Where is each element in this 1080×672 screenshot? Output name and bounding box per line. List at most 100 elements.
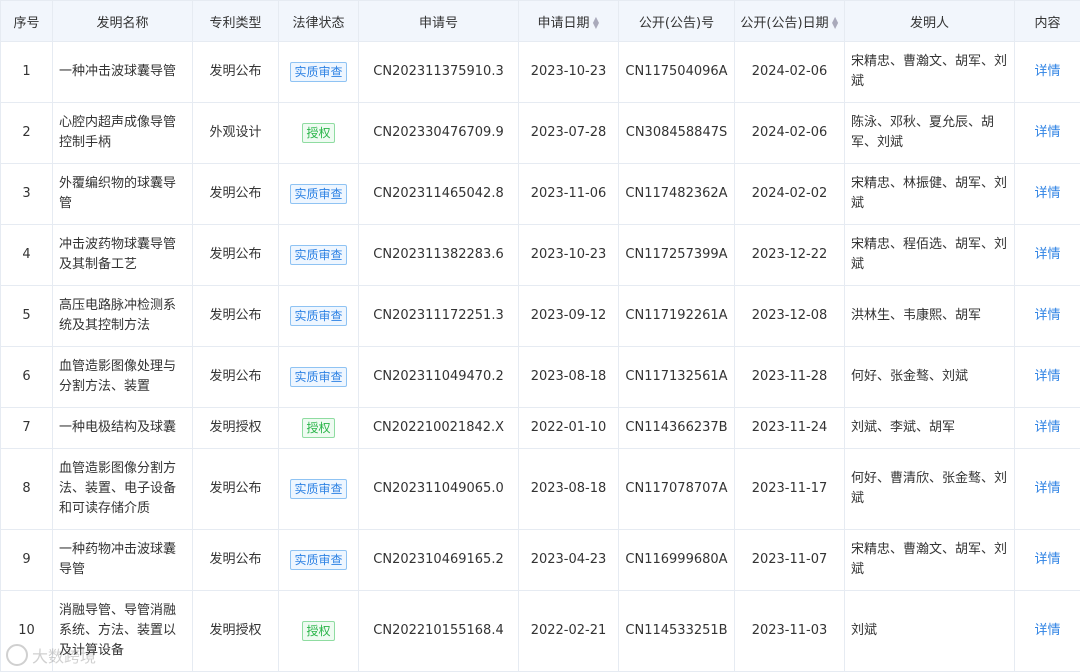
inventors: 何好、张金骜、刘斌: [845, 347, 1015, 408]
application-date: 2023-04-23: [519, 530, 619, 591]
content-cell: 详情: [1015, 408, 1080, 449]
publication-number: CN117192261A: [619, 286, 735, 347]
publication-date: 2024-02-06: [735, 103, 845, 164]
application-date: 2023-09-12: [519, 286, 619, 347]
status-badge: 实质审查: [290, 62, 346, 82]
status-badge: 实质审查: [290, 245, 346, 265]
content-cell: 详情: [1015, 164, 1080, 225]
row-index: 5: [1, 286, 53, 347]
table-row: 10消融导管、导管消融系统、方法、装置以及计算设备发明授权授权CN2022101…: [1, 591, 1080, 672]
detail-link[interactable]: 详情: [1034, 64, 1060, 79]
publication-number: CN117132561A: [619, 347, 735, 408]
legal-status-cell: 实质审查: [279, 286, 359, 347]
detail-link[interactable]: 详情: [1034, 420, 1060, 435]
legal-status-cell: 授权: [279, 408, 359, 449]
header-app-date-label: 申请日期: [537, 16, 589, 31]
header-index: 序号: [1, 1, 53, 42]
status-badge: 实质审查: [290, 367, 346, 387]
status-badge: 实质审查: [290, 184, 346, 204]
detail-link[interactable]: 详情: [1034, 125, 1060, 140]
patent-type: 发明公布: [193, 225, 279, 286]
application-number: CN202311049065.0: [359, 449, 519, 530]
publication-number: CN116999680A: [619, 530, 735, 591]
row-index: 7: [1, 408, 53, 449]
content-cell: 详情: [1015, 530, 1080, 591]
header-content: 内容: [1015, 1, 1080, 42]
application-date: 2023-10-23: [519, 42, 619, 103]
publication-date: 2023-12-08: [735, 286, 845, 347]
legal-status-cell: 实质审查: [279, 449, 359, 530]
application-number: CN202311465042.8: [359, 164, 519, 225]
table-row: 8血管造影图像分割方法、装置、电子设备和可读存储介质发明公布实质审查CN2023…: [1, 449, 1080, 530]
status-badge: 实质审查: [290, 479, 346, 499]
publication-number: CN117257399A: [619, 225, 735, 286]
detail-link[interactable]: 详情: [1034, 186, 1060, 201]
row-index: 1: [1, 42, 53, 103]
detail-link[interactable]: 详情: [1034, 623, 1060, 638]
status-badge: 实质审查: [290, 306, 346, 326]
table-row: 5高压电路脉冲检测系统及其控制方法发明公布实质审查CN202311172251.…: [1, 286, 1080, 347]
header-app-no: 申请号: [359, 1, 519, 42]
detail-link[interactable]: 详情: [1034, 369, 1060, 384]
publication-date: 2024-02-06: [735, 42, 845, 103]
publication-date: 2023-12-22: [735, 225, 845, 286]
patent-table: 序号 发明名称 专利类型 法律状态 申请号 申请日期▲▼ 公开(公告)号 公开(…: [0, 0, 1080, 672]
table-row: 1一种冲击波球囊导管发明公布实质审查CN202311375910.32023-1…: [1, 42, 1080, 103]
patent-name: 一种电极结构及球囊: [53, 408, 193, 449]
detail-link[interactable]: 详情: [1034, 481, 1060, 496]
table-row: 6血管造影图像处理与分割方法、装置发明公布实质审查CN202311049470.…: [1, 347, 1080, 408]
application-number: CN202210021842.X: [359, 408, 519, 449]
publication-date: 2023-11-03: [735, 591, 845, 672]
inventors: 刘斌: [845, 591, 1015, 672]
publication-number: CN308458847S: [619, 103, 735, 164]
publication-date: 2023-11-24: [735, 408, 845, 449]
row-index: 4: [1, 225, 53, 286]
application-date: 2023-07-28: [519, 103, 619, 164]
patent-name: 冲击波药物球囊导管及其制备工艺: [53, 225, 193, 286]
sort-caret-icon[interactable]: ▲▼: [593, 17, 600, 29]
publication-date: 2023-11-28: [735, 347, 845, 408]
row-index: 9: [1, 530, 53, 591]
patent-name: 心腔内超声成像导管控制手柄: [53, 103, 193, 164]
patent-name: 一种冲击波球囊导管: [53, 42, 193, 103]
header-app-date[interactable]: 申请日期 ▲▼: [519, 1, 619, 42]
header-type: 专利类型: [193, 1, 279, 42]
table-row: 3外覆编织物的球囊导管发明公布实质审查CN202311465042.82023-…: [1, 164, 1080, 225]
header-pub-date[interactable]: 公开(公告)日期▲▼: [735, 1, 845, 42]
inventors: 宋精忠、林振健、胡军、刘斌: [845, 164, 1015, 225]
publication-number: CN117482362A: [619, 164, 735, 225]
legal-status-cell: 授权: [279, 103, 359, 164]
application-number: CN202210155168.4: [359, 591, 519, 672]
header-name: 发明名称: [53, 1, 193, 42]
publication-number: CN114533251B: [619, 591, 735, 672]
sort-caret-icon[interactable]: ▲▼: [832, 17, 839, 29]
watermark-text: 大数跨境: [32, 643, 96, 667]
table-row: 9一种药物冲击波球囊导管发明公布实质审查CN202310469165.22023…: [1, 530, 1080, 591]
application-number: CN202310469165.2: [359, 530, 519, 591]
application-number: CN202311049470.2: [359, 347, 519, 408]
detail-link[interactable]: 详情: [1034, 247, 1060, 262]
content-cell: 详情: [1015, 103, 1080, 164]
table-header-row: 序号 发明名称 专利类型 法律状态 申请号 申请日期▲▼ 公开(公告)号 公开(…: [1, 1, 1080, 42]
publication-date: 2023-11-07: [735, 530, 845, 591]
inventors: 宋精忠、程佰选、胡军、刘斌: [845, 225, 1015, 286]
legal-status-cell: 实质审查: [279, 164, 359, 225]
detail-link[interactable]: 详情: [1034, 308, 1060, 323]
legal-status-cell: 授权: [279, 591, 359, 672]
inventors: 陈泳、邓秋、夏允辰、胡军、刘斌: [845, 103, 1015, 164]
table-row: 2心腔内超声成像导管控制手柄外观设计授权CN202330476709.92023…: [1, 103, 1080, 164]
patent-type: 发明授权: [193, 591, 279, 672]
status-badge: 授权: [302, 621, 334, 641]
row-index: 6: [1, 347, 53, 408]
status-badge: 授权: [302, 418, 334, 438]
publication-date: 2023-11-17: [735, 449, 845, 530]
application-number: CN202330476709.9: [359, 103, 519, 164]
header-inventors: 发明人: [845, 1, 1015, 42]
status-badge: 实质审查: [290, 550, 346, 570]
watermark: 大数跨境: [6, 643, 96, 667]
application-date: 2023-11-06: [519, 164, 619, 225]
patent-type: 发明公布: [193, 286, 279, 347]
content-cell: 详情: [1015, 591, 1080, 672]
detail-link[interactable]: 详情: [1034, 552, 1060, 567]
content-cell: 详情: [1015, 42, 1080, 103]
